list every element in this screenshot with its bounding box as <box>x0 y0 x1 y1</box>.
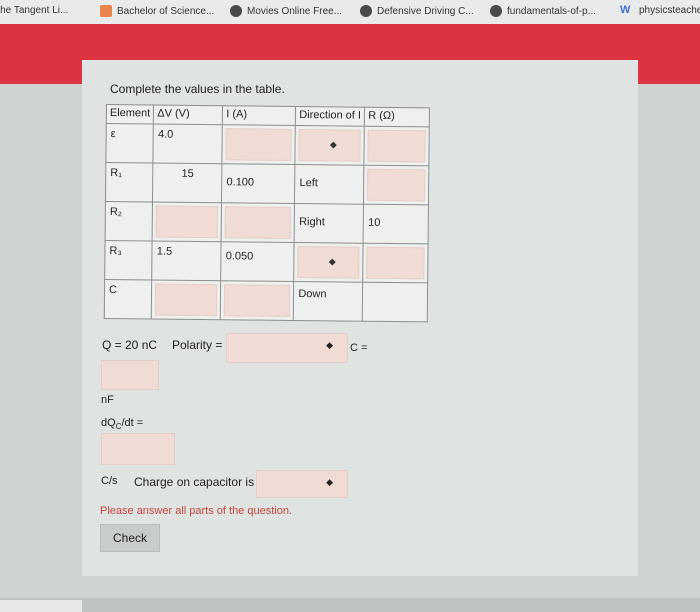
direction-select[interactable]: ◆ <box>298 129 362 162</box>
bookmark-movies[interactable]: Movies Online Free... <box>230 5 342 17</box>
bookmark-label: Bachelor of Science... <box>117 5 215 17</box>
r-value: 10 <box>368 216 381 229</box>
bookmark-label: physicsteache <box>639 5 700 16</box>
i-input[interactable] <box>224 284 291 317</box>
updown-arrow-icon: ◆ <box>329 139 337 150</box>
header-r: R (Ω) <box>368 109 395 123</box>
updown-arrow-icon: ◆ <box>326 340 333 350</box>
bottom-strip-light <box>0 600 82 612</box>
capacitance-input[interactable] <box>101 360 159 390</box>
nf-unit-label: nF <box>101 394 114 406</box>
globe-icon <box>490 5 502 17</box>
header-direction: Direction of I <box>299 109 362 122</box>
table-row: R₃ 1.5 0.050 ◆ <box>104 240 429 283</box>
charge-on-capacitor-label: Charge on capacitor is <box>134 475 255 489</box>
direction-value: Left <box>299 177 318 190</box>
bookmark-physics[interactable]: W physicsteache <box>620 4 700 17</box>
direction-value: Right <box>299 216 325 229</box>
header-element: Element <box>109 107 151 120</box>
dq-tail-text: /dt = <box>121 417 144 429</box>
dq-dt-label: dQC/dt = <box>101 417 143 431</box>
dv-input[interactable] <box>155 205 219 239</box>
direction-value: Down <box>298 288 327 301</box>
values-table: Element ΔV (V) I (A) Direction of I R (Ω… <box>104 104 431 322</box>
charge-select[interactable]: ◆ <box>256 470 348 498</box>
polarity-label: Polarity = <box>172 338 223 352</box>
site-icon <box>100 5 112 17</box>
r-input[interactable] <box>367 129 427 163</box>
table-row: ε 4.0 ◆ <box>105 123 430 166</box>
element-label: ε <box>110 128 116 141</box>
updown-arrow-icon: ◆ <box>328 256 336 267</box>
r-input[interactable] <box>367 168 426 202</box>
direction-select[interactable]: ◆ <box>297 246 360 279</box>
w-logo-icon: W <box>620 4 631 16</box>
element-label: R₃ <box>109 245 122 258</box>
r-input[interactable] <box>366 246 425 280</box>
i-input[interactable] <box>225 128 293 161</box>
dv-value: 1.5 <box>156 245 173 258</box>
i-value: 0.100 <box>226 176 255 189</box>
dv-value: 4.0 <box>157 128 174 141</box>
bookmarks-bar: The Tangent Li... Bachelor of Science...… <box>0 0 700 25</box>
bookmark-label: fundamentals-of-p... <box>507 5 596 17</box>
i-input[interactable] <box>224 206 292 239</box>
bookmark-bachelor[interactable]: Bachelor of Science... <box>100 5 214 17</box>
warning-text: Please answer all parts of the question. <box>100 505 293 517</box>
globe-icon <box>360 5 372 17</box>
header-i: I (A) <box>226 108 248 121</box>
bookmark-tangent[interactable]: The Tangent Li... <box>0 5 68 16</box>
bookmark-label: The Tangent Li... <box>0 5 69 16</box>
bookmark-fundamentals[interactable]: fundamentals-of-p... <box>490 5 596 17</box>
dq-dt-input[interactable] <box>101 433 175 465</box>
instructions-text: Complete the values in the table. <box>110 82 285 96</box>
site-icon <box>230 5 242 17</box>
check-button[interactable]: Check <box>100 524 160 552</box>
bookmark-label: Defensive Driving C... <box>377 5 474 17</box>
dv-value: 15 <box>181 167 194 180</box>
element-label: R₁ <box>110 167 122 180</box>
table-row: R₁ 15 0.100 Left <box>105 162 430 205</box>
table-row: R₂ Right 10 <box>105 201 429 244</box>
bookmark-defensive[interactable]: Defensive Driving C... <box>360 5 474 17</box>
bottom-strip <box>0 598 700 612</box>
header-dv: ΔV (V) <box>157 107 190 120</box>
cs-unit-label: C/s <box>101 475 118 487</box>
capacitance-label: C = <box>350 342 368 354</box>
polarity-select[interactable]: ◆ <box>226 333 348 363</box>
dq-text: dQ <box>101 417 116 429</box>
element-label: C <box>108 284 118 297</box>
bookmark-label: Movies Online Free... <box>247 5 343 17</box>
charge-q-label: Q = 20 nC <box>102 338 158 352</box>
dv-input[interactable] <box>155 283 218 317</box>
i-value: 0.050 <box>225 250 254 263</box>
element-label: R₂ <box>109 206 123 219</box>
updown-arrow-icon: ◆ <box>326 477 333 487</box>
table-row: C Down <box>104 279 429 322</box>
